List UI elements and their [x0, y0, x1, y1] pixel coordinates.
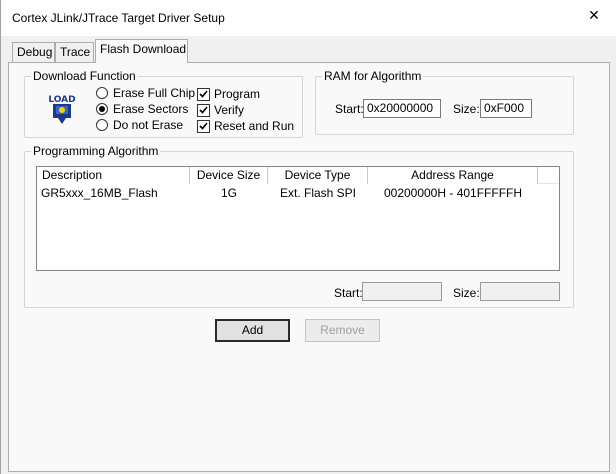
load-icon: LOAD [47, 92, 77, 126]
list-header: Description Device Size Device Type Addr… [37, 167, 559, 184]
radio-label: Erase Full Chip [113, 86, 196, 100]
ram-size-label: Size: [453, 102, 480, 116]
ram-start-field[interactable]: 0x20000000 [363, 99, 441, 118]
algo-start-field [362, 282, 442, 301]
reset-and-run-checkbox[interactable]: Reset and Run [197, 119, 294, 133]
program-checkbox[interactable]: Program [197, 87, 260, 101]
radio-indicator [96, 103, 108, 115]
cell-description: GR5xxx_16MB_Flash [41, 186, 158, 200]
group-legend: RAM for Algorithm [322, 69, 424, 83]
checkbox-indicator [197, 119, 210, 133]
ram-start-label: Start: [335, 102, 364, 116]
checkmark-icon [199, 106, 208, 114]
column-address-range[interactable]: Address Range [368, 167, 538, 184]
checkbox-label: Verify [214, 103, 245, 117]
dialog-window: Cortex JLink/JTrace Target Driver Setup … [0, 0, 616, 474]
radio-label: Erase Sectors [113, 102, 189, 116]
checkbox-indicator [197, 87, 210, 101]
window-title: Cortex JLink/JTrace Target Driver Setup [12, 11, 225, 25]
close-icon: ✕ [588, 6, 600, 23]
cell-device-type: Ext. Flash SPI [279, 186, 357, 200]
do-not-erase-radio[interactable]: Do not Erase [96, 118, 183, 132]
radio-label: Do not Erase [113, 118, 184, 132]
cell-address-range: 00200000H - 401FFFFFH [383, 186, 523, 200]
tab-label: Flash Download [100, 42, 187, 56]
erase-sectors-radio[interactable]: Erase Sectors [96, 102, 188, 116]
algo-size-field [480, 282, 560, 301]
title-bar: Cortex JLink/JTrace Target Driver Setup … [1, 0, 616, 36]
checkmark-icon [199, 90, 208, 98]
close-button[interactable]: ✕ [571, 0, 616, 30]
remove-button: Remove [305, 319, 380, 342]
radio-indicator [96, 119, 108, 131]
tab-debug[interactable]: Debug [12, 42, 55, 62]
algorithm-list[interactable]: Description Device Size Device Type Addr… [36, 166, 560, 271]
group-legend: Programming Algorithm [31, 144, 161, 158]
checkmark-icon [199, 122, 208, 130]
checkbox-indicator [197, 103, 210, 117]
algo-start-label: Start: [334, 286, 363, 300]
flash-download-panel: Download Function LOAD Erase Full Chip E… [8, 62, 610, 472]
cell-device-size: 1G [220, 186, 237, 200]
algo-size-label: Size: [453, 286, 480, 300]
verify-checkbox[interactable]: Verify [197, 103, 244, 117]
radio-indicator [96, 87, 108, 99]
tab-label: Debug [17, 45, 53, 59]
column-description[interactable]: Description [37, 167, 190, 184]
tab-label: Trace [60, 45, 91, 59]
ram-size-field[interactable]: 0xF000 [480, 99, 532, 118]
tab-flash-download[interactable]: Flash Download [95, 39, 188, 63]
column-device-size[interactable]: Device Size [190, 167, 268, 184]
load-icon-text: LOAD [48, 95, 75, 105]
erase-full-chip-radio[interactable]: Erase Full Chip [96, 86, 195, 100]
checkbox-label: Program [214, 87, 261, 101]
table-row[interactable]: GR5xxx_16MB_Flash 1G Ext. Flash SPI 0020… [37, 185, 559, 202]
checkbox-label: Reset and Run [214, 119, 295, 133]
group-legend: Download Function [31, 69, 138, 83]
column-device-type[interactable]: Device Type [268, 167, 368, 184]
tab-trace[interactable]: Trace [55, 42, 94, 62]
add-button[interactable]: Add [215, 319, 290, 342]
